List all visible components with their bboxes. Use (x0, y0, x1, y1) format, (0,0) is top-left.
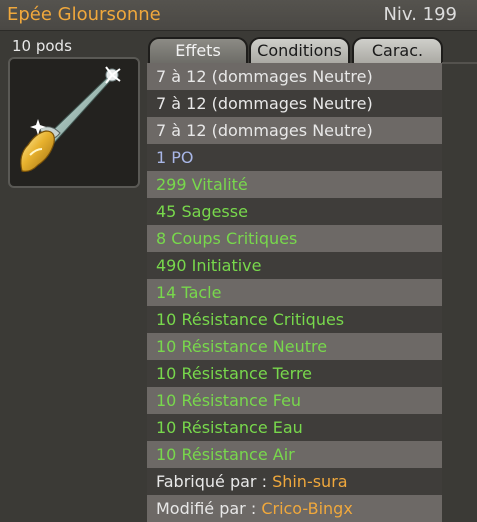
tab-effects[interactable]: Effets (148, 37, 248, 64)
effect-row: 7 à 12 (dommages Neutre) (147, 117, 442, 144)
effect-row: 45 Sagesse (147, 198, 442, 225)
effects-list: 7 à 12 (dommages Neutre) 7 à 12 (dommage… (147, 63, 442, 522)
modified-by-label: Modifié par : (156, 499, 257, 518)
effect-row: 10 Résistance Neutre (147, 333, 442, 360)
effect-text: 10 Résistance Eau (156, 418, 303, 437)
effect-text: 10 Résistance Air (156, 445, 295, 464)
crafter-name[interactable]: Shin-sura (272, 472, 348, 491)
effect-text: 45 Sagesse (156, 202, 248, 221)
modifier-name[interactable]: Crico-Bingx (261, 499, 352, 518)
effect-row: 10 Résistance Terre (147, 360, 442, 387)
effect-row: 490 Initiative (147, 252, 442, 279)
modified-by-row: Modifié par : Crico-Bingx (147, 495, 442, 522)
effect-row: 10 Résistance Air (147, 441, 442, 468)
effect-text: 1 PO (156, 148, 194, 167)
effect-text: 7 à 12 (dommages Neutre) (156, 67, 373, 86)
effect-row: 10 Résistance Feu (147, 387, 442, 414)
item-level: Niv. 199 (383, 4, 457, 25)
tab-conditions[interactable]: Conditions (249, 37, 350, 64)
item-weight: 10 pods (12, 37, 72, 55)
effect-text: 490 Initiative (156, 256, 262, 275)
effect-row: 1 PO (147, 144, 442, 171)
effect-text: 10 Résistance Feu (156, 391, 302, 410)
effect-text: 299 Vitalité (156, 175, 248, 194)
effect-row: 299 Vitalité (147, 171, 442, 198)
crafted-by-row: Fabriqué par : Shin-sura (147, 468, 442, 495)
tabs-divider (442, 62, 477, 64)
item-image-frame (8, 57, 140, 188)
effect-text: 10 Résistance Critiques (156, 310, 345, 329)
crafted-by-label: Fabriqué par : (156, 472, 267, 491)
effect-text: 7 à 12 (dommages Neutre) (156, 121, 373, 140)
effect-text: 14 Tacle (156, 283, 222, 302)
title-bar: Epée Gloursonne Niv. 199 (0, 0, 477, 31)
effect-text: 8 Coups Critiques (156, 229, 298, 248)
effect-text: 10 Résistance Neutre (156, 337, 328, 356)
sword-icon (20, 66, 121, 172)
effect-row: 14 Tacle (147, 279, 442, 306)
effect-text: 10 Résistance Terre (156, 364, 313, 383)
effect-text: 7 à 12 (dommages Neutre) (156, 94, 373, 113)
effect-row: 10 Résistance Eau (147, 414, 442, 441)
effect-row: 7 à 12 (dommages Neutre) (147, 90, 442, 117)
effect-row: 8 Coups Critiques (147, 225, 442, 252)
tab-carac[interactable]: Carac. (352, 37, 443, 64)
effect-row: 10 Résistance Critiques (147, 306, 442, 333)
item-name: Epée Gloursonne (7, 4, 161, 25)
effect-row: 7 à 12 (dommages Neutre) (147, 63, 442, 90)
